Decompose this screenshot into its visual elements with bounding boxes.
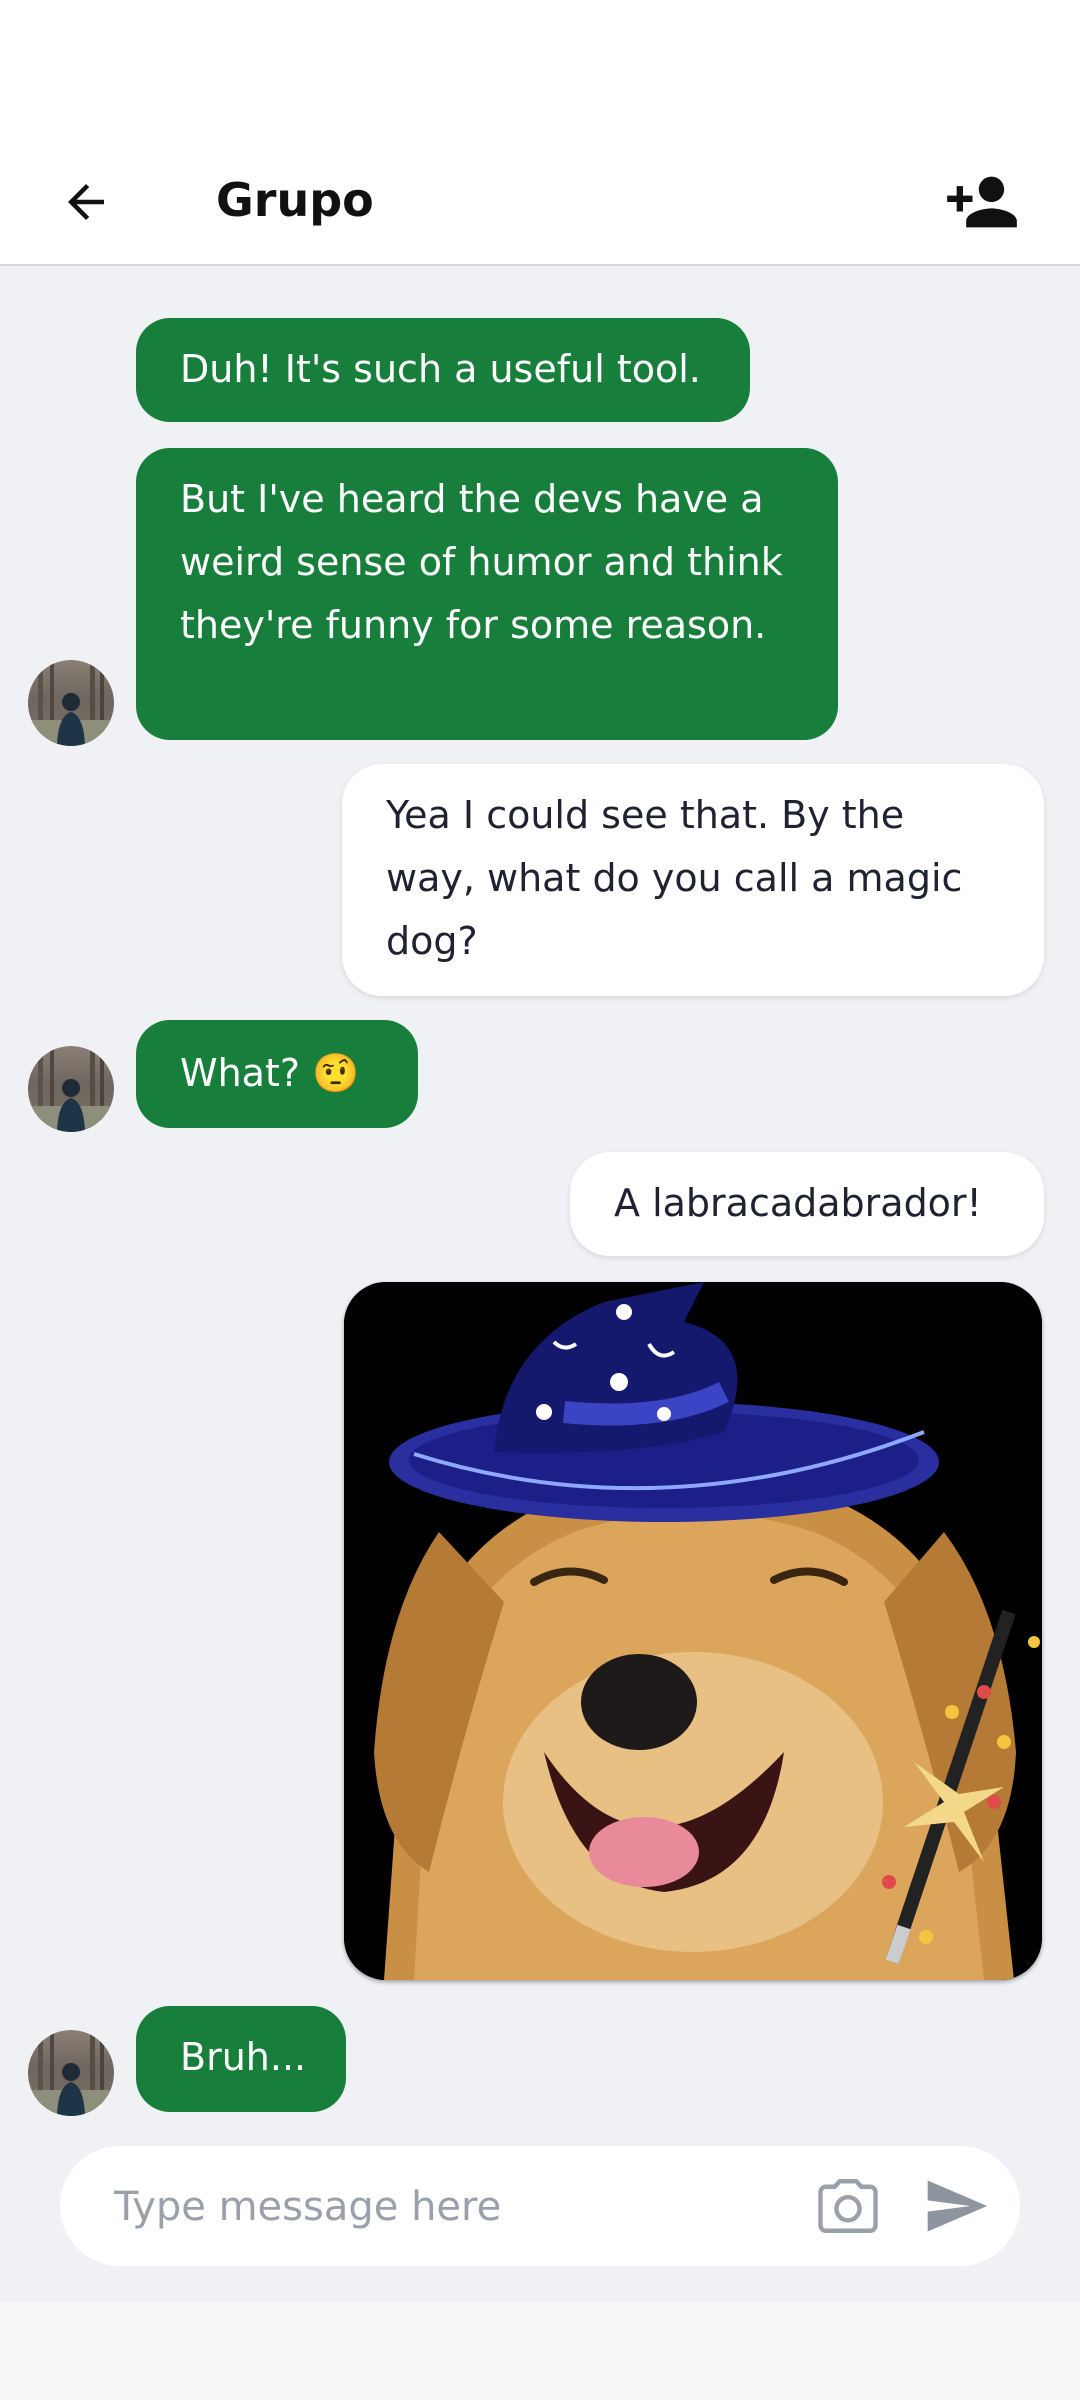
add-member-button[interactable] — [940, 162, 1024, 242]
send-icon — [927, 2180, 988, 2232]
send-button[interactable] — [918, 2170, 994, 2242]
message-bubble-incoming[interactable]: But I've heard the devs have a weird sen… — [136, 448, 838, 740]
arrow-left-icon — [68, 184, 104, 220]
avatar[interactable] — [28, 660, 114, 746]
avatar-image — [28, 660, 114, 746]
back-button[interactable] — [48, 164, 124, 240]
camera-button[interactable] — [812, 2170, 884, 2242]
message-bubble-outgoing[interactable]: Yea I could see that. By the way, what d… — [342, 764, 1044, 996]
message-bubble-incoming[interactable]: Bruh... — [136, 2006, 346, 2112]
message-composer — [60, 2146, 1020, 2266]
wizard-dog-image — [344, 1282, 1042, 1980]
navigation-bar — [0, 2302, 1080, 2400]
message-input[interactable] — [112, 2170, 816, 2244]
message-bubble-incoming[interactable]: What? 🤨 — [136, 1020, 418, 1128]
message-bubble-outgoing[interactable]: A labracadabrador! — [570, 1152, 1044, 1256]
avatar-image — [28, 1046, 114, 1132]
message-image[interactable] — [344, 1282, 1042, 1980]
camera-icon — [818, 2179, 878, 2233]
message-bubble-incoming[interactable]: Duh! It's such a useful tool. — [136, 318, 750, 422]
avatar[interactable] — [28, 1046, 114, 1132]
avatar[interactable] — [28, 2030, 114, 2116]
status-bar — [0, 0, 1080, 140]
avatar-image — [28, 2030, 114, 2116]
chat-header: Grupo — [0, 140, 1080, 266]
chat-title: Grupo — [216, 173, 374, 227]
person-add-icon — [947, 176, 1017, 228]
